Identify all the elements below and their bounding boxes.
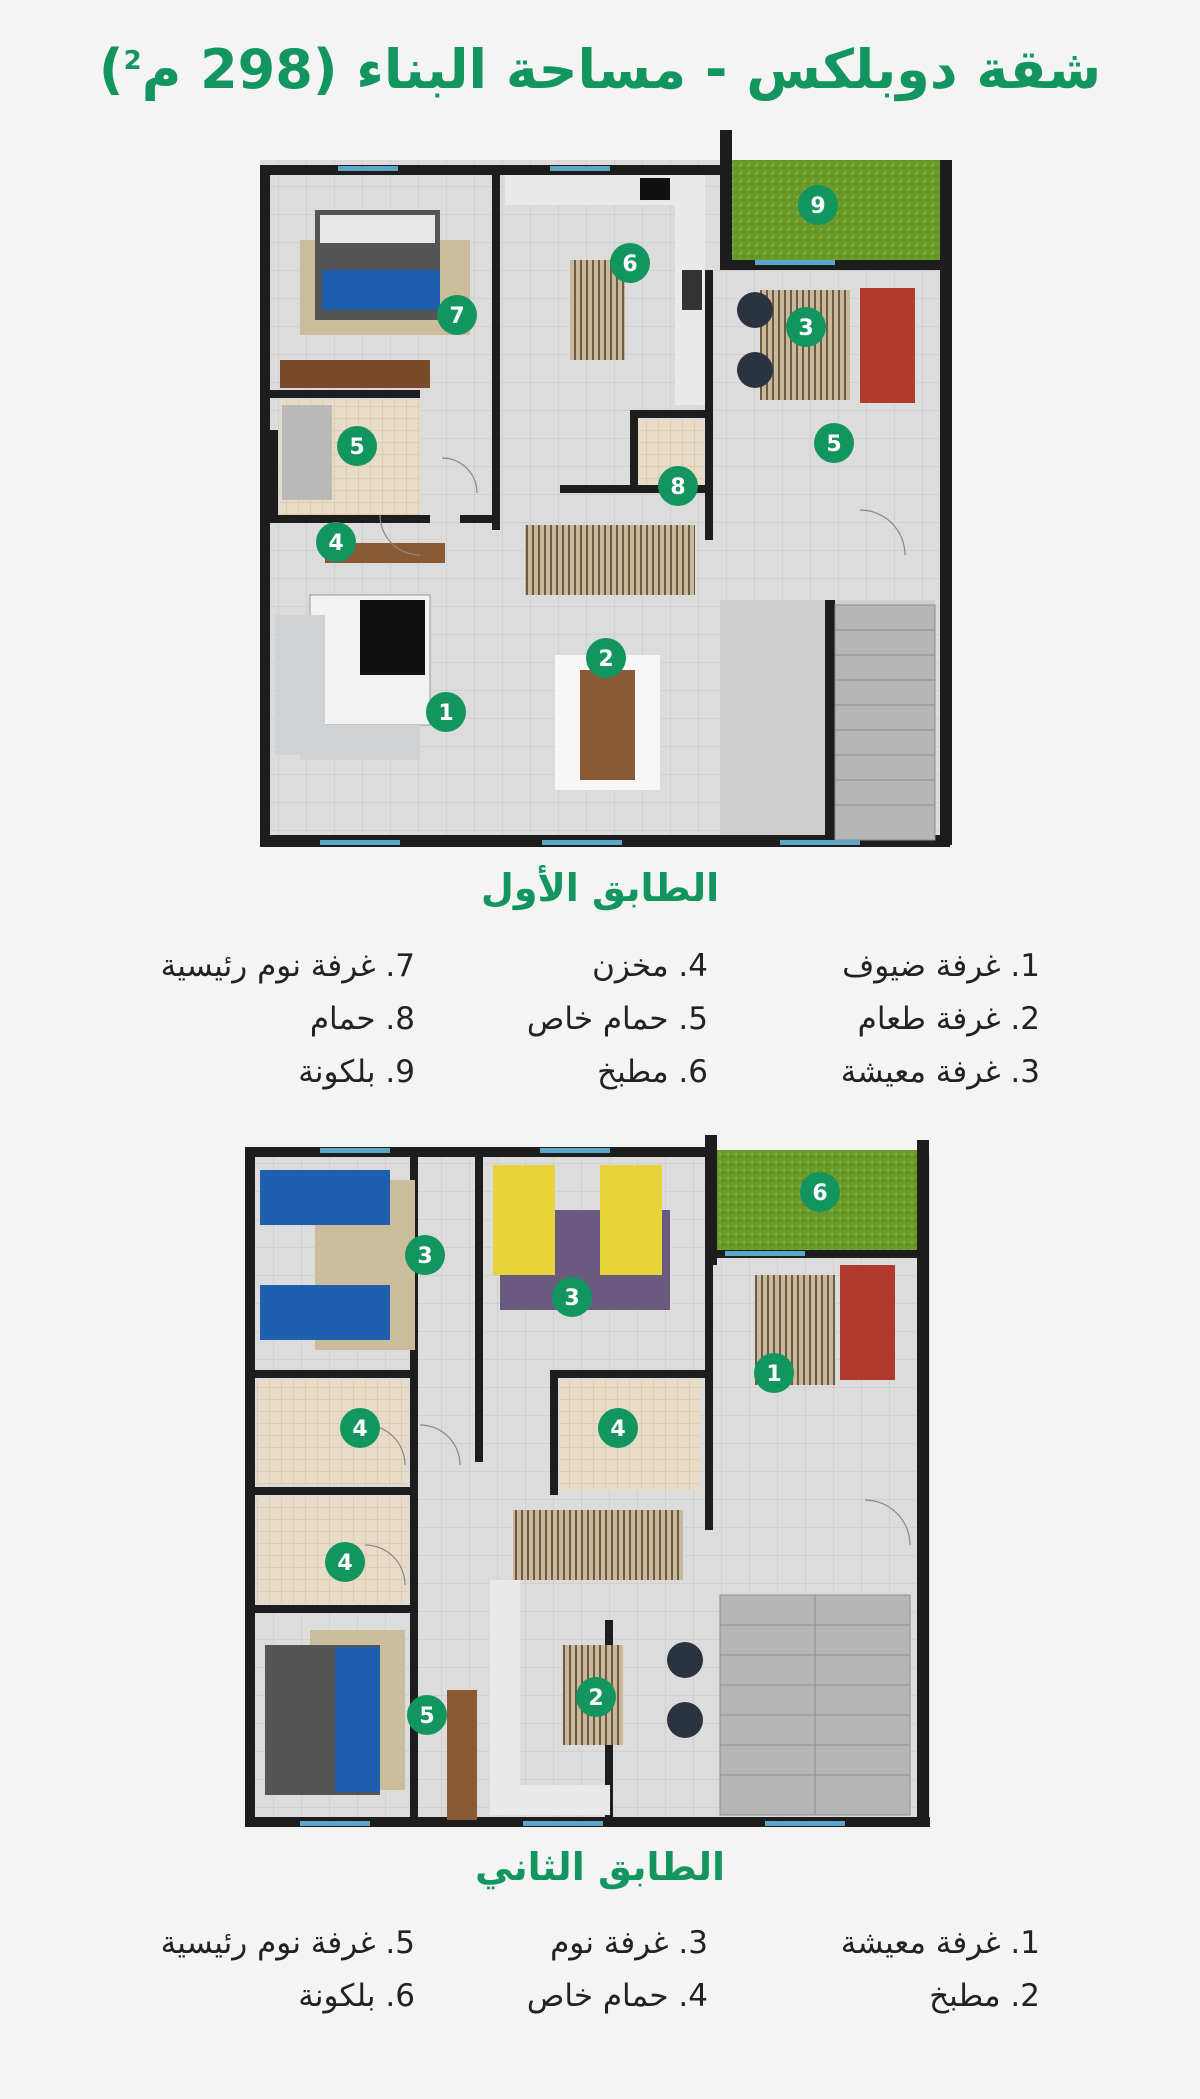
floor2-bath-a: [257, 1380, 407, 1485]
floor1-marker-5b: 5: [814, 423, 854, 463]
floor1-legend-item-4: 4. مخزن: [592, 948, 708, 984]
floor1-marker-3: 3: [786, 307, 826, 347]
floor1-legend-item-7: 7. غرفة نوم رئيسية: [160, 948, 415, 984]
floor2-marker-6-label: 6: [812, 1181, 827, 1206]
floor2-sofa-red: [840, 1265, 895, 1380]
floor1-legend-item-2: 2. غرفة طعام: [857, 1001, 1040, 1037]
floor2-plan: 6 3 3 1 4 4 4 2 5: [245, 1135, 930, 1827]
floor1-legend-item-1: 1. غرفة ضيوف: [842, 948, 1040, 984]
floor2-twin-bed-1: [260, 1170, 390, 1225]
floor2-marker-4b-label: 4: [610, 1417, 625, 1442]
floor2-marker-2: 2: [576, 1677, 616, 1717]
floor1-title: الطابق الأول: [480, 866, 720, 910]
floor2-marker-4c: 4: [325, 1542, 365, 1582]
floor2-kitchen-counter: [490, 1580, 520, 1815]
floor1-marker-9: 9: [798, 185, 838, 225]
floor2-marker-5: 5: [407, 1695, 447, 1735]
floor2-marker-1-label: 1: [766, 1362, 781, 1387]
floor1-hall-rug: [525, 525, 695, 595]
floor1-marker-2-label: 2: [598, 647, 613, 672]
floor1-marker-8-label: 8: [670, 475, 685, 500]
floor2-marker-2-label: 2: [588, 1686, 603, 1711]
floor1-marker-5a-label: 5: [349, 435, 364, 460]
floor2-legend-item-5: 5. غرفة نوم رئيسية: [160, 1925, 415, 1961]
floor2-marker-3a: 3: [405, 1235, 445, 1275]
floor1-legend-item-8: 8. حمام: [309, 1001, 415, 1037]
floor2-marker-4a-label: 4: [352, 1417, 367, 1442]
floor2-title: الطابق الثاني: [474, 1845, 726, 1889]
floor1-sofa-red: [860, 288, 915, 403]
floor1-bedroom-desk: [280, 360, 430, 388]
floor1-marker-5b-label: 5: [826, 432, 841, 457]
floor1-legend-item-6: 6. مطبخ: [597, 1054, 708, 1090]
floor2-legend-item-3: 3. غرفة نوم: [550, 1925, 708, 1961]
floor1-marker-3-label: 3: [798, 316, 813, 341]
title-text: شقة دوبلكس - مساحة البناء (298 م: [141, 38, 1102, 101]
title-close-paren: ): [98, 38, 124, 101]
floor2-stairs: [719, 1594, 911, 1816]
floor2-bed-yellow-2: [600, 1165, 662, 1275]
floor2-legend-item-4: 4. حمام خاص: [526, 1978, 708, 2014]
floor2-legend-item-1: 1. غرفة معيشة: [840, 1925, 1040, 1961]
floor2-marker-3b: 3: [552, 1277, 592, 1317]
floor1-marker-9-label: 9: [810, 194, 825, 219]
floor2-bed-yellow-1: [493, 1165, 555, 1275]
floor1-marker-6-label: 6: [622, 252, 637, 277]
floor2-wardrobe: [447, 1690, 477, 1820]
floor2-marker-3b-label: 3: [564, 1286, 579, 1311]
floor1-marker-4-label: 4: [328, 531, 343, 556]
floor1-marker-5a: 5: [337, 426, 377, 466]
title-superscript: 2: [123, 46, 142, 76]
floor1-marker-7-label: 7: [449, 304, 464, 329]
floor1-legend-item-3: 3. غرفة معيشة: [840, 1054, 1040, 1090]
floor1-marker-4: 4: [316, 522, 356, 562]
floor1-bathtub: [282, 405, 332, 500]
floor1-legend-item-9: 9. بلكونة: [298, 1054, 415, 1090]
floor1-marker-1-label: 1: [438, 701, 453, 726]
floor1-legend-item-5: 5. حمام خاص: [526, 1001, 708, 1037]
page-title: شقة دوبلكس - مساحة البناء (298 م2): [0, 38, 1200, 101]
floor1-stairs: [834, 604, 936, 841]
floor1-marker-8: 8: [658, 466, 698, 506]
floor2-legend-item-6: 6. بلكونة: [298, 1978, 415, 2014]
floor2-hall-rug: [513, 1510, 683, 1580]
floor1-plan: 9 6 3 7 5 5 8 4 2 1: [260, 130, 952, 847]
floor1-marker-2: 2: [586, 638, 626, 678]
floor1-marker-6: 6: [610, 243, 650, 283]
floor2-marker-4a: 4: [340, 1408, 380, 1448]
floor2-marker-4c-label: 4: [337, 1551, 352, 1576]
floor1-dining-table: [580, 670, 635, 780]
floor2-marker-4b: 4: [598, 1408, 638, 1448]
floor2-marker-3a-label: 3: [417, 1244, 432, 1269]
floor2-legend-item-2: 2. مطبخ: [929, 1978, 1040, 2014]
floor2-marker-5-label: 5: [419, 1704, 434, 1729]
floor1-marker-1: 1: [426, 692, 466, 732]
floor2-twin-bed-2: [260, 1285, 390, 1340]
floor2-marker-1: 1: [754, 1353, 794, 1393]
floor1-marker-7: 7: [437, 295, 477, 335]
floor2-marker-6: 6: [800, 1172, 840, 1212]
